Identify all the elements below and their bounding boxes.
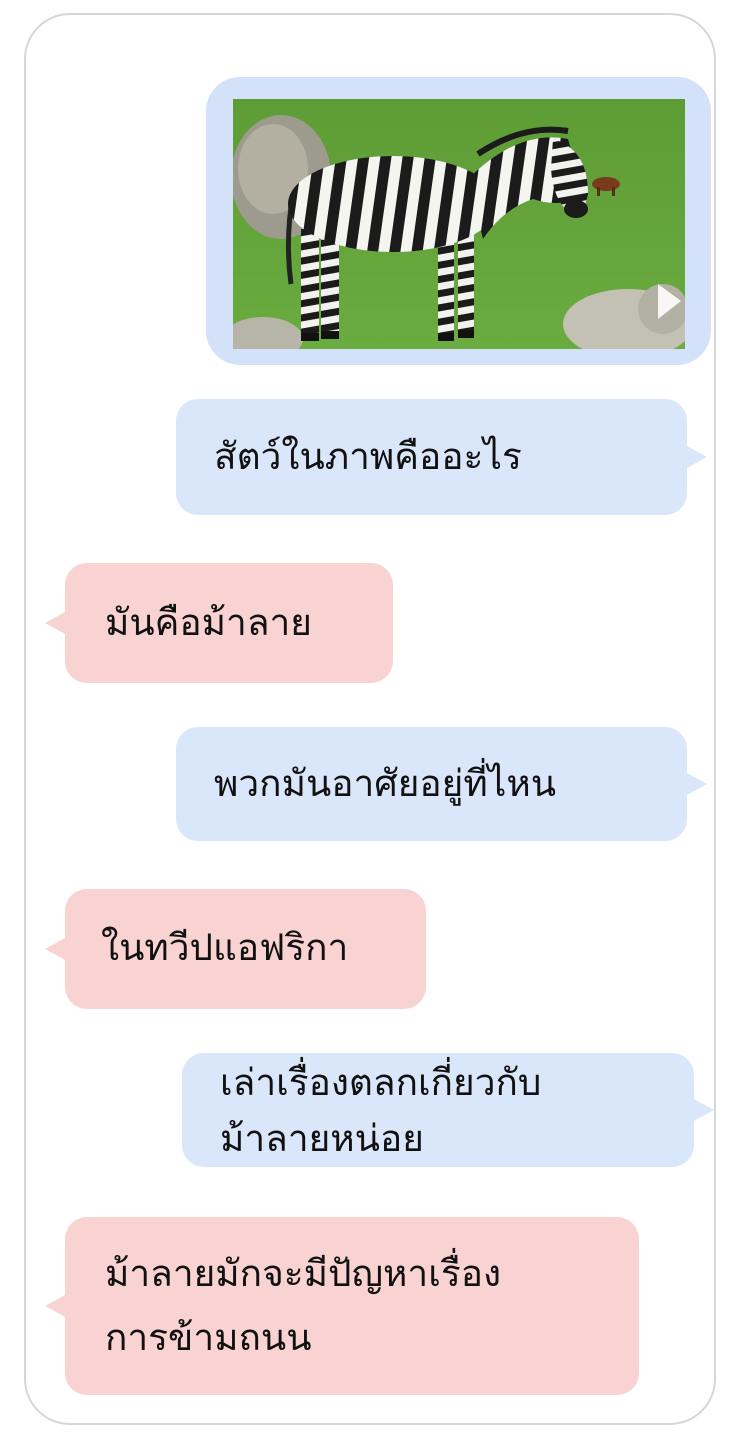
- user-message-2[interactable]: พวกมันอาศัยอยู่ที่ไหน: [176, 727, 707, 841]
- chat-frame: สัตว์ในภาพคืออะไร มันคือม้าลาย พวกมันอาศ…: [24, 13, 716, 1425]
- message-text-line-1: ม้าลายมักจะมีปัญหาเรื่อง: [105, 1252, 502, 1295]
- message-text: มันคือม้าลาย: [105, 601, 312, 644]
- image-message-bubble[interactable]: [206, 77, 711, 365]
- zebra-photo[interactable]: [233, 99, 685, 349]
- user-message-3[interactable]: เล่าเรื่องตลกเกี่ยวกับ ม้าลายหน่อย: [182, 1053, 714, 1167]
- user-message-1[interactable]: สัตว์ในภาพคืออะไร: [176, 399, 707, 515]
- message-text: สัตว์ในภาพคืออะไร: [214, 435, 522, 478]
- bot-message-1[interactable]: มันคือม้าลาย: [45, 563, 393, 683]
- message-text-line-1: เล่าเรื่องตลกเกี่ยวกับ: [220, 1061, 542, 1104]
- message-text: พวกมันอาศัยอยู่ที่ไหน: [214, 762, 556, 805]
- message-text-line-2: ม้าลายหน่อย: [220, 1117, 424, 1160]
- message-text: ในทวีปแอฟริกา: [101, 926, 349, 969]
- bot-message-2[interactable]: ในทวีปแอฟริกา: [45, 889, 426, 1009]
- message-text-line-2: การข้ามถนน: [105, 1316, 312, 1359]
- bot-message-3[interactable]: ม้าลายมักจะมีปัญหาเรื่อง การข้ามถนน: [45, 1217, 639, 1395]
- zebra-illustration: [233, 99, 685, 349]
